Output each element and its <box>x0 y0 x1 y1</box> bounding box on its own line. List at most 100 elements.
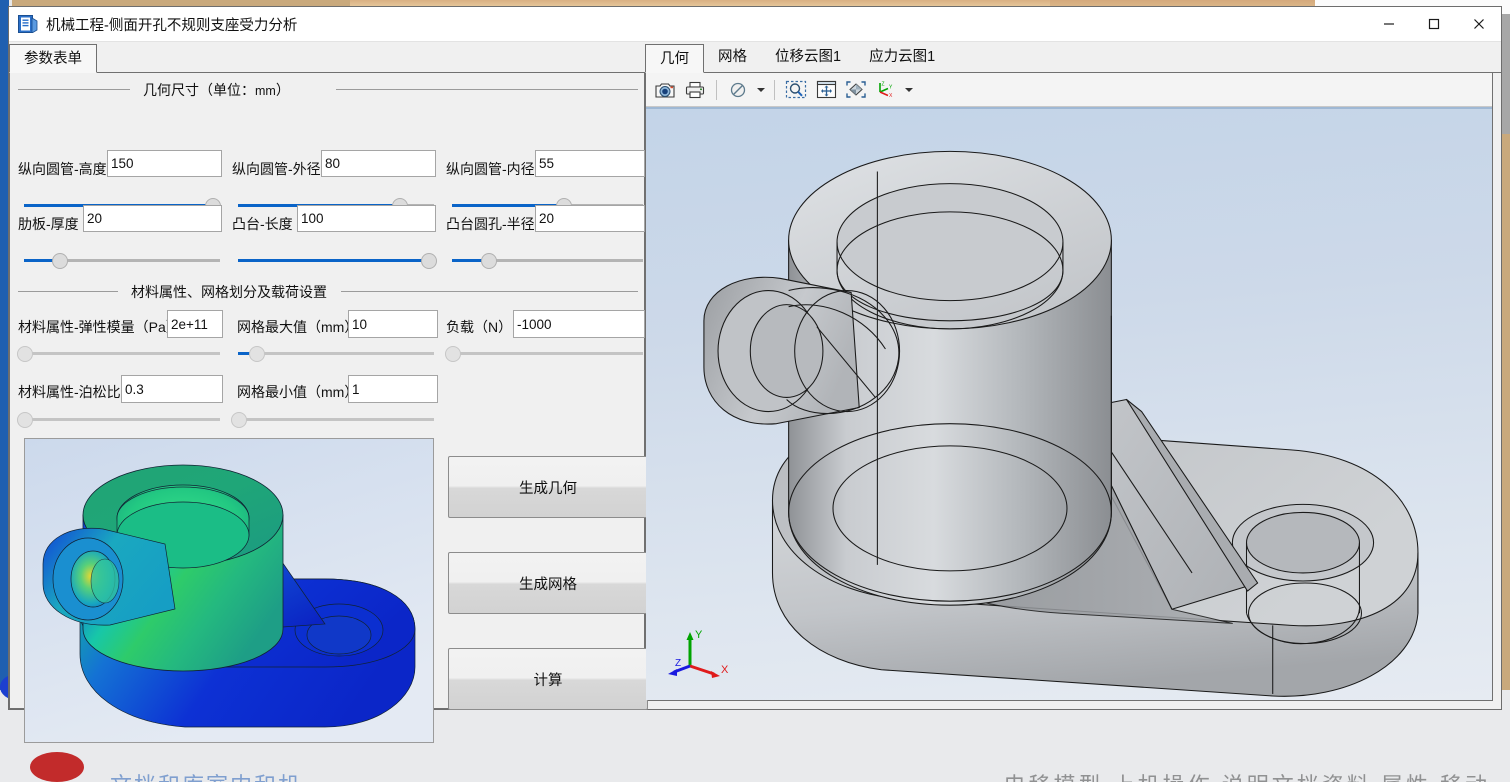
view-orientation-icon[interactable]: Z Y X <box>872 77 900 103</box>
material-group-label: 材料属性、网格划分及载荷设置 <box>124 282 334 302</box>
axis-triad: Y X Z <box>666 624 736 682</box>
fit-view-icon[interactable] <box>842 77 870 103</box>
parameter-panel: 参数表单 几何尺寸（单位：mm） 纵向圆管-高度 150 纵向圆管-外径 80 … <box>9 42 648 743</box>
group-line-left <box>18 89 130 90</box>
axis-label-x: X <box>721 664 729 676</box>
input-elastic-modulus[interactable] <box>167 310 223 338</box>
slider-mesh-min[interactable] <box>231 411 434 428</box>
input-mesh-min[interactable] <box>348 375 438 403</box>
label-boss-length: 凸台-长度 <box>232 216 293 232</box>
group-line-left <box>18 291 118 292</box>
slider-track <box>452 352 643 355</box>
slider-knob[interactable] <box>445 346 461 362</box>
close-button[interactable] <box>1456 7 1501 41</box>
window-controls <box>1366 7 1501 41</box>
input-tube-outer-dia[interactable] <box>321 150 436 177</box>
title-bar: 机械工程-侧面开孔不规则支座受力分析 <box>9 7 1501 42</box>
pan-fit-icon[interactable] <box>812 77 840 103</box>
background-text-right: 电移模型 上机操作 说明文档资料 属性 移动 <box>1004 768 1490 782</box>
label-poisson-ratio: 材料属性-泊松比 <box>18 384 121 400</box>
slider-mesh-max[interactable] <box>238 345 434 362</box>
application-window: 机械工程-侧面开孔不规则支座受力分析 参数表单 几何尺寸（单位：mm） 纵向圆管… <box>8 6 1502 743</box>
viewer-container: Z Y X Y X Z <box>645 73 1493 701</box>
label-mesh-max: 网格最大值（mm） <box>237 319 359 335</box>
window-body: 参数表单 几何尺寸（单位：mm） 纵向圆管-高度 150 纵向圆管-外径 80 … <box>9 42 1501 743</box>
input-boss-hole-radius[interactable] <box>535 205 645 232</box>
slider-poisson-ratio[interactable] <box>17 411 220 428</box>
label-elastic-modulus: 材料属性-弹性模量（Pa） <box>18 319 180 335</box>
tab-parameter-form[interactable]: 参数表单 <box>9 44 97 73</box>
viewer-tabstrip: 几何 网格 位移云图1 应力云图1 <box>645 42 1501 73</box>
view-orientation-dropdown-chevron-down-icon[interactable] <box>902 77 915 103</box>
slider-knob[interactable] <box>231 412 247 428</box>
slider-rib-thickness[interactable] <box>24 252 220 269</box>
slider-knob[interactable] <box>481 253 498 269</box>
label-mesh-min: 网格最小值（mm） <box>237 384 359 400</box>
slider-boss-length[interactable] <box>238 252 438 269</box>
svg-text:Z: Z <box>882 82 885 88</box>
background-text-left: 文档和库室内和机 <box>110 768 302 782</box>
slider-track <box>24 418 220 421</box>
geometry-3d-viewport[interactable]: Y X Z <box>646 109 1492 700</box>
no-selection-dropdown-chevron-down-icon[interactable] <box>754 77 767 103</box>
geometry-legend-tail: ） <box>275 82 290 98</box>
label-boss-hole-radius: 凸台圆孔-半径 <box>446 216 535 232</box>
slider-knob[interactable] <box>17 412 33 428</box>
input-tube-height[interactable] <box>107 150 222 177</box>
slider-track <box>238 418 434 421</box>
app-document-icon <box>18 15 38 33</box>
background-scrollbar <box>1502 14 1510 134</box>
input-rib-thickness[interactable] <box>83 205 222 232</box>
tab-displacement-contour[interactable]: 位移云图1 <box>761 43 855 72</box>
geometry-group-label: 几何尺寸（单位：mm） <box>136 80 297 100</box>
label-tube-outer-dia: 纵向圆管-外径 <box>232 161 321 177</box>
stress-contour-preview[interactable] <box>24 438 434 743</box>
svg-text:Y: Y <box>889 85 893 91</box>
svg-text:X: X <box>889 93 893 99</box>
slider-track <box>24 352 220 355</box>
axis-label-z: Z <box>675 658 681 669</box>
tab-mesh[interactable]: 网格 <box>704 43 761 72</box>
screenshot-camera-icon[interactable] <box>651 77 679 103</box>
toolbar-separator <box>716 79 717 100</box>
input-boss-length[interactable] <box>297 205 436 232</box>
label-tube-inner-dia: 纵向圆管-内径 <box>446 161 535 177</box>
label-rib-thickness: 肋板-厚度 <box>18 216 79 232</box>
calculate-button[interactable]: 计算 <box>448 648 648 710</box>
label-load: 负载（N） <box>446 319 513 335</box>
geometry-legend-main: 几何尺寸（单位： <box>143 82 255 98</box>
input-poisson-ratio[interactable] <box>121 375 223 403</box>
parameter-form-content: 几何尺寸（单位：mm） 纵向圆管-高度 纵向圆管-外径 <box>9 73 648 743</box>
viewer-toolbar: Z Y X <box>646 73 1492 107</box>
group-line-right <box>341 291 638 292</box>
background-red-marker <box>30 752 84 782</box>
print-icon[interactable] <box>681 77 709 103</box>
axis-label-y: Y <box>695 629 703 641</box>
tab-stress-contour[interactable]: 应力云图1 <box>855 43 949 72</box>
toolbar-separator <box>774 79 775 100</box>
window-title: 机械工程-侧面开孔不规则支座受力分析 <box>46 17 298 34</box>
viewer-panel: 几何 网格 位移云图1 应力云图1 Z Y X Y X Z <box>645 42 1501 709</box>
no-selection-icon[interactable] <box>724 77 752 103</box>
slider-knob[interactable] <box>421 253 438 269</box>
input-tube-inner-dia[interactable] <box>535 150 645 177</box>
slider-boss-hole-radius[interactable] <box>452 252 643 269</box>
slider-elastic-modulus[interactable] <box>17 345 220 362</box>
input-load[interactable] <box>513 310 645 338</box>
slider-knob[interactable] <box>248 346 265 362</box>
left-tabstrip: 参数表单 <box>9 42 645 73</box>
tab-geometry[interactable]: 几何 <box>645 44 704 73</box>
group-line-right <box>336 89 638 90</box>
maximize-button[interactable] <box>1411 7 1456 41</box>
slider-knob[interactable] <box>52 253 69 269</box>
generate-mesh-button[interactable]: 生成网格 <box>448 552 648 614</box>
box-zoom-icon[interactable] <box>782 77 810 103</box>
slider-fill <box>238 259 429 262</box>
input-mesh-max[interactable] <box>348 310 438 338</box>
label-tube-height: 纵向圆管-高度 <box>18 161 107 177</box>
slider-load[interactable] <box>445 345 643 362</box>
minimize-button[interactable] <box>1366 7 1411 41</box>
slider-knob[interactable] <box>17 346 33 362</box>
slider-track <box>238 352 434 355</box>
generate-geometry-button[interactable]: 生成几何 <box>448 456 648 518</box>
